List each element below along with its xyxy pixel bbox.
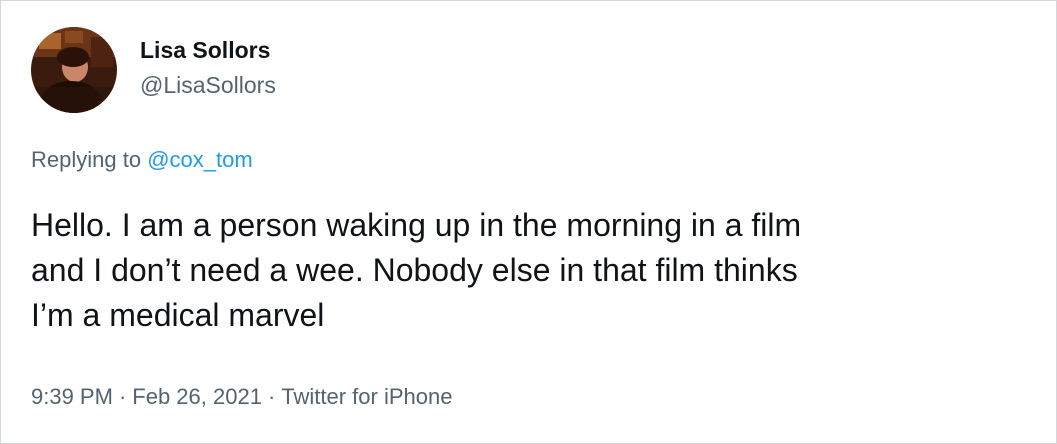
tweet-time[interactable]: 9:39 PM — [31, 384, 113, 409]
meta-separator: · — [118, 384, 127, 409]
meta-separator: · — [267, 384, 276, 409]
tweet-text-line: Hello. I am a person waking up in the mo… — [31, 207, 802, 243]
user-handle[interactable]: @LisaSollors — [140, 70, 276, 100]
user-info: Lisa Sollors @LisaSollors — [140, 35, 276, 100]
tweet-meta: 9:39 PM · Feb 26, 2021 · Twitter for iPhone — [31, 383, 452, 411]
avatar-photo — [31, 27, 117, 113]
tweet-card: Lisa Sollors @LisaSollors Replying to @c… — [0, 0, 1057, 444]
tweet-source[interactable]: Twitter for iPhone — [281, 384, 452, 409]
replying-to-label: Replying to — [31, 147, 142, 172]
tweet-text-line: I’m a medical marvel — [31, 297, 325, 333]
avatar[interactable] — [31, 27, 117, 113]
tweet-text: Hello. I am a person waking up in the mo… — [31, 203, 1041, 338]
replying-to: Replying to @cox_tom — [31, 146, 253, 174]
tweet-date[interactable]: Feb 26, 2021 — [132, 384, 262, 409]
tweet-header: Lisa Sollors @LisaSollors — [31, 27, 276, 113]
display-name[interactable]: Lisa Sollors — [140, 35, 276, 65]
tweet-text-line: and I don’t need a wee. Nobody else in t… — [31, 252, 798, 288]
reply-mention-link[interactable]: @cox_tom — [147, 147, 252, 172]
